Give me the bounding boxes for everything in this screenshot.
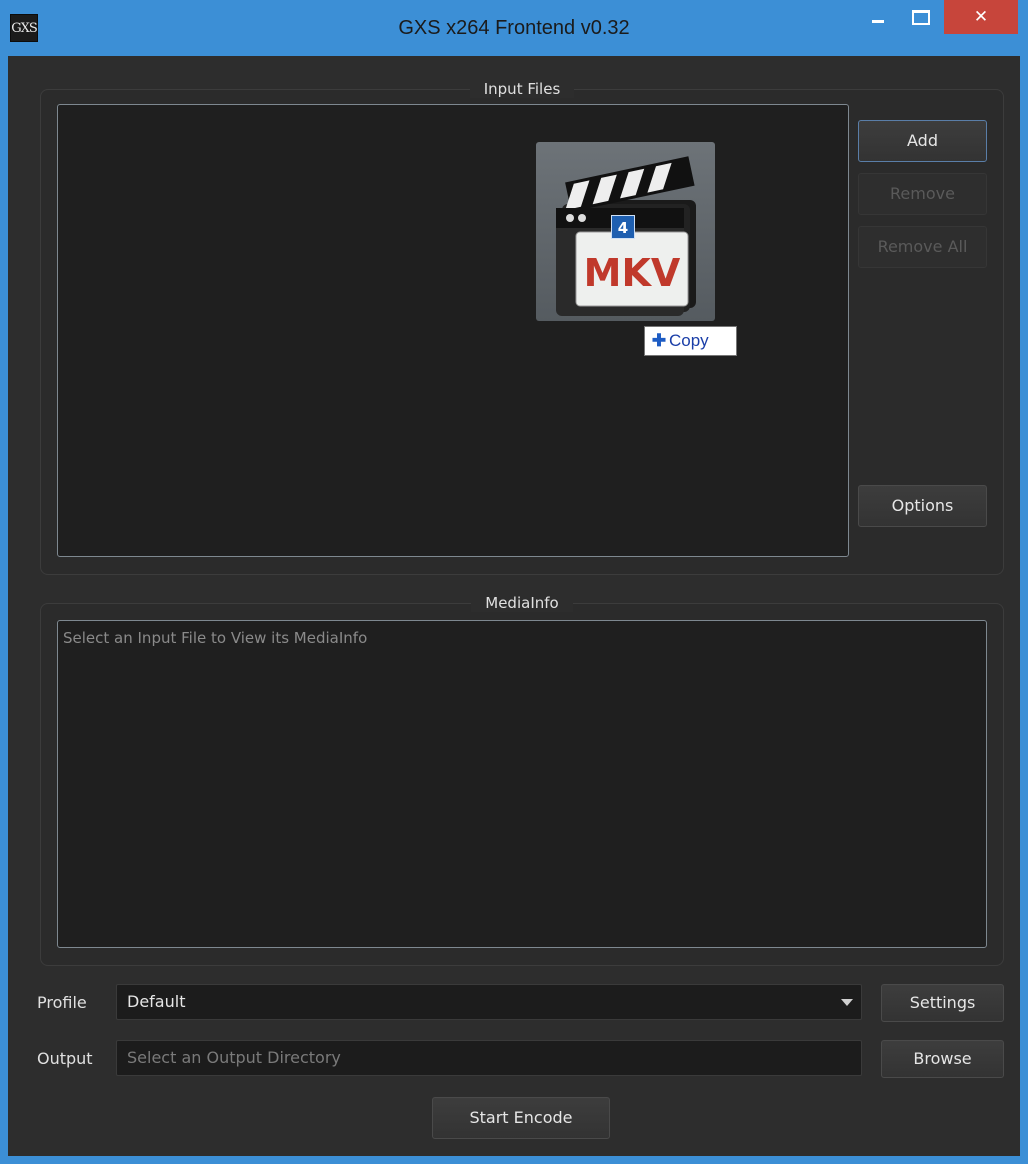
profile-value: Default [127,992,186,1011]
input-files-label: Input Files [469,80,575,98]
plus-icon: ✚ [651,331,667,350]
title-bar[interactable]: GXS GXS x264 Frontend v0.32 ✕ [0,0,1028,56]
drag-action-label: Copy [669,331,709,350]
output-label: Output [37,1049,93,1068]
options-button[interactable]: Options [858,485,987,527]
profile-dropdown[interactable]: Default [116,984,862,1020]
output-directory-field[interactable]: Select an Output Directory [116,1040,862,1076]
maximize-button[interactable] [898,0,944,36]
profile-label: Profile [37,993,87,1012]
mediainfo-label: MediaInfo [471,594,573,612]
mediainfo-placeholder: Select an Input File to View its MediaIn… [63,629,368,647]
remove-button[interactable]: Remove [858,173,987,215]
add-button[interactable]: Add [858,120,987,162]
drag-count-badge: 4 [611,215,635,239]
close-icon: ✕ [973,7,989,27]
remove-all-button[interactable]: Remove All [858,226,987,268]
drag-copy-tooltip: ✚ Copy [644,326,737,356]
maximize-icon [912,10,930,25]
close-button[interactable]: ✕ [944,0,1018,34]
output-placeholder: Select an Output Directory [127,1048,341,1067]
app-window: GXS GXS x264 Frontend v0.32 ✕ Input File… [0,0,1028,1164]
mediainfo-textbox[interactable]: Select an Input File to View its MediaIn… [57,620,987,948]
browse-button[interactable]: Browse [881,1040,1004,1078]
minimize-button[interactable] [855,0,901,36]
start-encode-button[interactable]: Start Encode [432,1097,610,1139]
main-panel: Input Files Add Remove Remove All Option… [8,56,1020,1156]
mkv-text: MKV [584,251,681,295]
chevron-down-icon [841,999,853,1006]
minimize-icon [872,20,884,23]
settings-button[interactable]: Settings [881,984,1004,1022]
